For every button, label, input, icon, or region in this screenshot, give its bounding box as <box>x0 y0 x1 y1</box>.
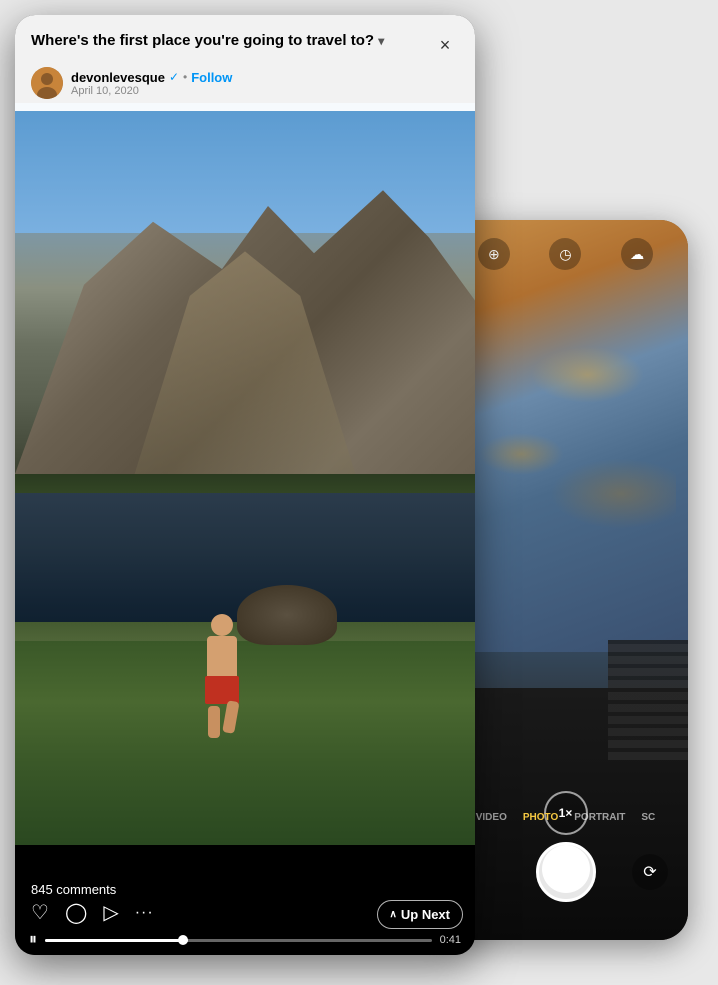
camera-search-icon[interactable]: ⊕ <box>478 238 510 270</box>
camera-modes: VIDEO PHOTO PORTRAIT SC <box>443 810 688 825</box>
video-bottom-half <box>15 474 475 845</box>
shutter-button[interactable] <box>536 842 596 902</box>
camera-mode-portrait[interactable]: PORTRAIT <box>570 810 629 825</box>
comments-count: 845 comments <box>31 882 116 897</box>
username-row: devonlevesque ✓ • Follow <box>71 70 459 85</box>
person-left-leg <box>208 706 220 738</box>
post-title: Where's the first place you're going to … <box>31 31 431 51</box>
up-next-label: Up Next <box>401 907 450 922</box>
username-label[interactable]: devonlevesque <box>71 70 165 85</box>
progress-thumb <box>178 935 188 945</box>
person-head <box>211 614 233 636</box>
header-title-row: Where's the first place you're going to … <box>31 31 459 59</box>
camera-background: ⊕ ◷ ☁ 1× VIDEO PHOTO PORTRAIT SC ⟳ <box>443 220 688 940</box>
camera-card: ⊕ ◷ ☁ 1× VIDEO PHOTO PORTRAIT SC ⟳ <box>443 220 688 940</box>
comment-button[interactable]: ◯ <box>65 900 87 925</box>
shutter-inner <box>542 845 590 893</box>
user-info: devonlevesque ✓ • Follow April 10, 2020 <box>71 70 459 97</box>
header-user-row: devonlevesque ✓ • Follow April 10, 2020 <box>31 67 459 99</box>
avatar-image <box>31 67 63 99</box>
person-silhouette <box>199 614 244 734</box>
rocks-area <box>237 585 337 645</box>
video-area[interactable] <box>15 103 475 845</box>
action-buttons: ♡ ◯ ▷ ··· <box>31 900 154 925</box>
post-date: April 10, 2020 <box>71 85 459 97</box>
up-next-chevron-icon: ∧ <box>390 909 397 920</box>
share-button[interactable]: ▷ <box>103 900 118 925</box>
camera-timer-icon[interactable]: ◷ <box>549 238 581 270</box>
person-right-leg <box>222 700 239 734</box>
progress-bar-area: ⏸ 0:41 <box>15 931 475 949</box>
person-legs <box>199 706 244 738</box>
play-pause-button[interactable]: ⏸ <box>29 931 37 949</box>
up-next-button[interactable]: ∧ Up Next <box>377 900 463 929</box>
dot-separator: • <box>183 70 187 84</box>
like-button[interactable]: ♡ <box>31 900 49 925</box>
post-title-text: Where's the first place you're going to … <box>31 32 374 49</box>
progress-track[interactable] <box>45 939 432 942</box>
grass-area <box>15 641 475 845</box>
avatar <box>31 67 63 99</box>
progress-fill <box>45 939 188 942</box>
camera-mode-photo[interactable]: PHOTO <box>519 810 562 825</box>
camera-clouds <box>455 256 676 652</box>
video-header: Where's the first place you're going to … <box>15 15 475 111</box>
camera-flip-icon[interactable]: ⟳ <box>632 854 668 890</box>
video-top-half <box>15 103 475 474</box>
person-body <box>207 636 237 676</box>
dropdown-arrow-icon[interactable]: ▾ <box>378 34 384 48</box>
camera-building <box>608 640 688 760</box>
camera-mode-video[interactable]: VIDEO <box>472 810 511 825</box>
video-card: Where's the first place you're going to … <box>15 15 475 955</box>
sky-area <box>15 103 475 233</box>
follow-button[interactable]: Follow <box>191 70 232 85</box>
camera-mode-sc[interactable]: SC <box>637 810 659 825</box>
close-button[interactable]: × <box>431 31 459 59</box>
camera-flash-icon[interactable]: ☁ <box>621 238 653 270</box>
camera-top-icons: ⊕ ◷ ☁ <box>443 238 688 270</box>
video-controls: 845 comments ♡ ◯ ▷ ··· ∧ Up Next ⏸ 0:41 <box>15 845 475 955</box>
verified-badge-icon: ✓ <box>169 70 179 84</box>
time-display: 0:41 <box>440 934 461 946</box>
more-options-button[interactable]: ··· <box>135 904 154 922</box>
person-shorts <box>205 676 239 704</box>
